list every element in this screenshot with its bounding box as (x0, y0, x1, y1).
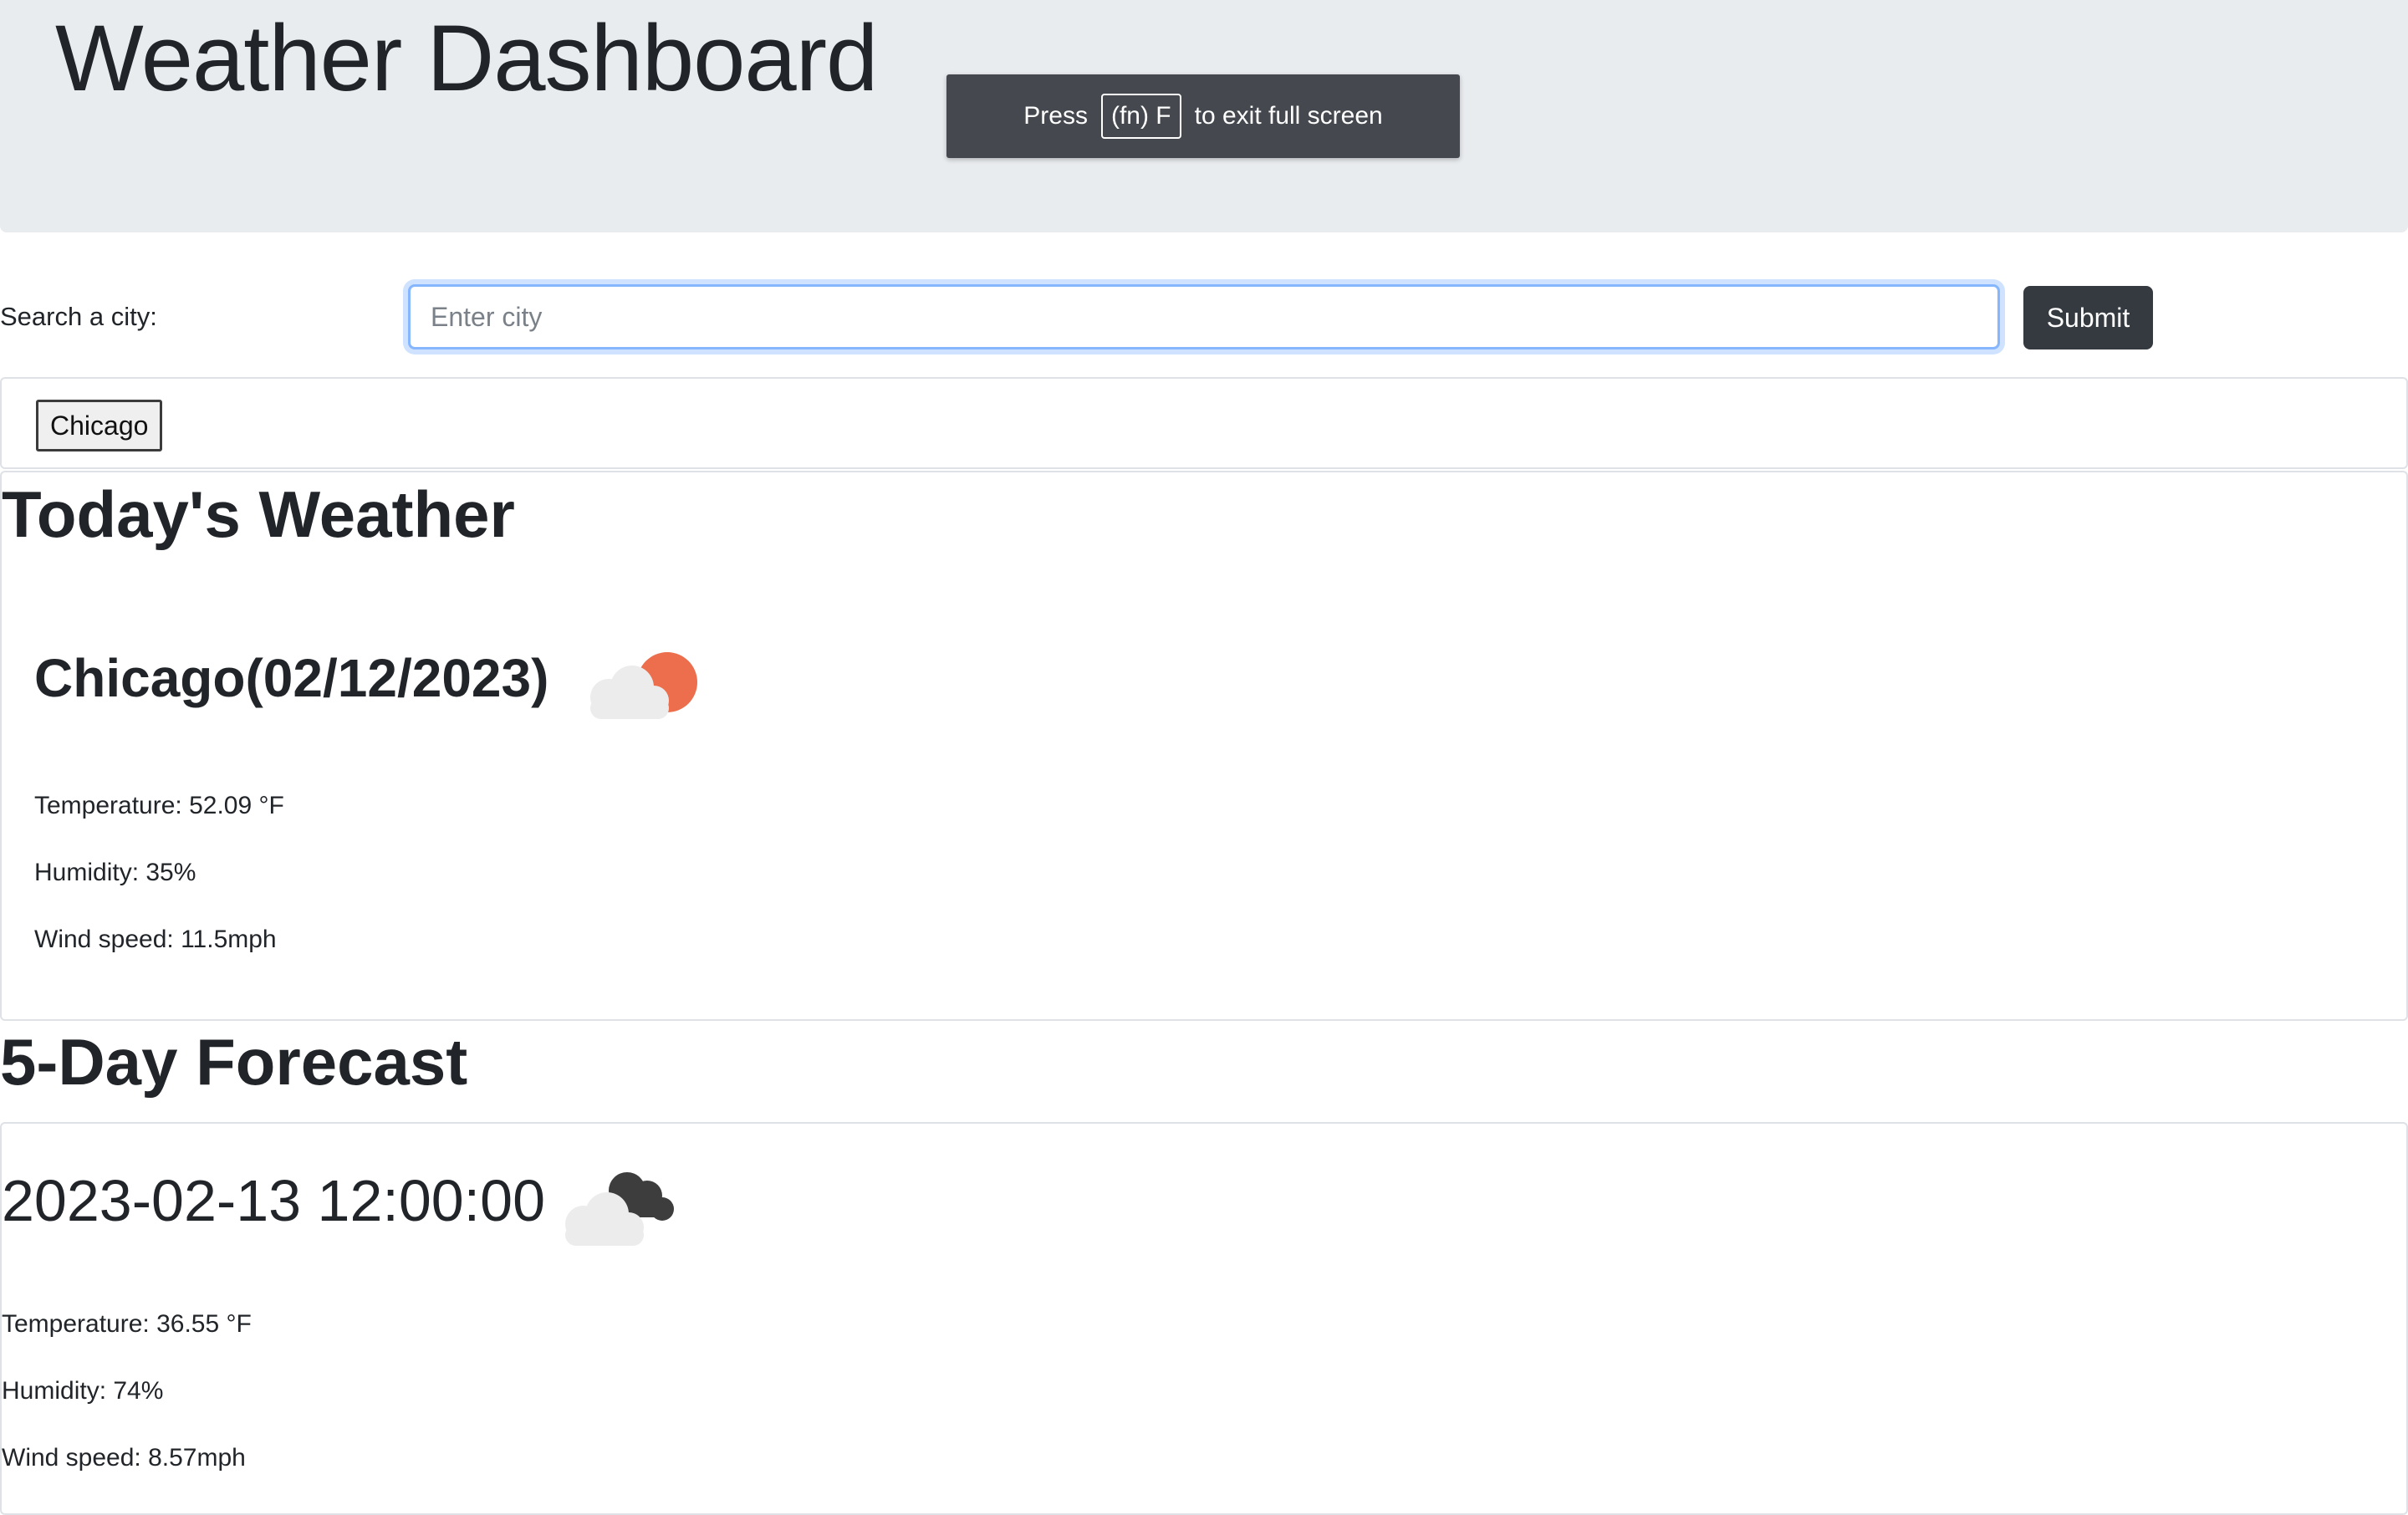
todays-weather-section: Today's Weather (0, 471, 2408, 1021)
current-city-heading: Chicago(02/12/2023) (34, 648, 549, 708)
forecast-date: 2023-02-13 12:00:00 (2, 1168, 545, 1233)
todays-weather-heading: Today's Weather (2, 477, 515, 551)
search-history: Chicago (0, 377, 2408, 469)
today-humidity: Humidity: 35% (34, 859, 196, 886)
broken-clouds-icon (565, 1172, 674, 1246)
search-label: Search a city: (0, 302, 157, 331)
submit-button[interactable]: Submit (2023, 286, 2153, 349)
fullscreen-notice-suffix: to exit full screen (1194, 102, 1383, 130)
fullscreen-notice-press: Press (1023, 102, 1088, 130)
fullscreen-exit-notice: Press (fn) F to exit full screen (946, 74, 1460, 158)
forecast-wind-speed: Wind speed: 8.57mph (2, 1444, 246, 1472)
partly-cloudy-day-icon (590, 652, 697, 719)
forecast-heading: 5-Day Forecast (0, 1025, 468, 1099)
today-temperature: Temperature: 52.09 °F (34, 792, 284, 819)
today-wind-speed: Wind speed: 11.5mph (34, 926, 277, 953)
city-search-input[interactable] (408, 284, 2000, 349)
page-title: Weather Dashboard (55, 6, 878, 110)
history-item-chicago[interactable]: Chicago (36, 400, 163, 451)
forecast-humidity: Humidity: 74% (2, 1377, 164, 1405)
fullscreen-notice-key: (fn) F (1100, 94, 1181, 139)
forecast-temperature: Temperature: 36.55 °F (2, 1310, 252, 1338)
